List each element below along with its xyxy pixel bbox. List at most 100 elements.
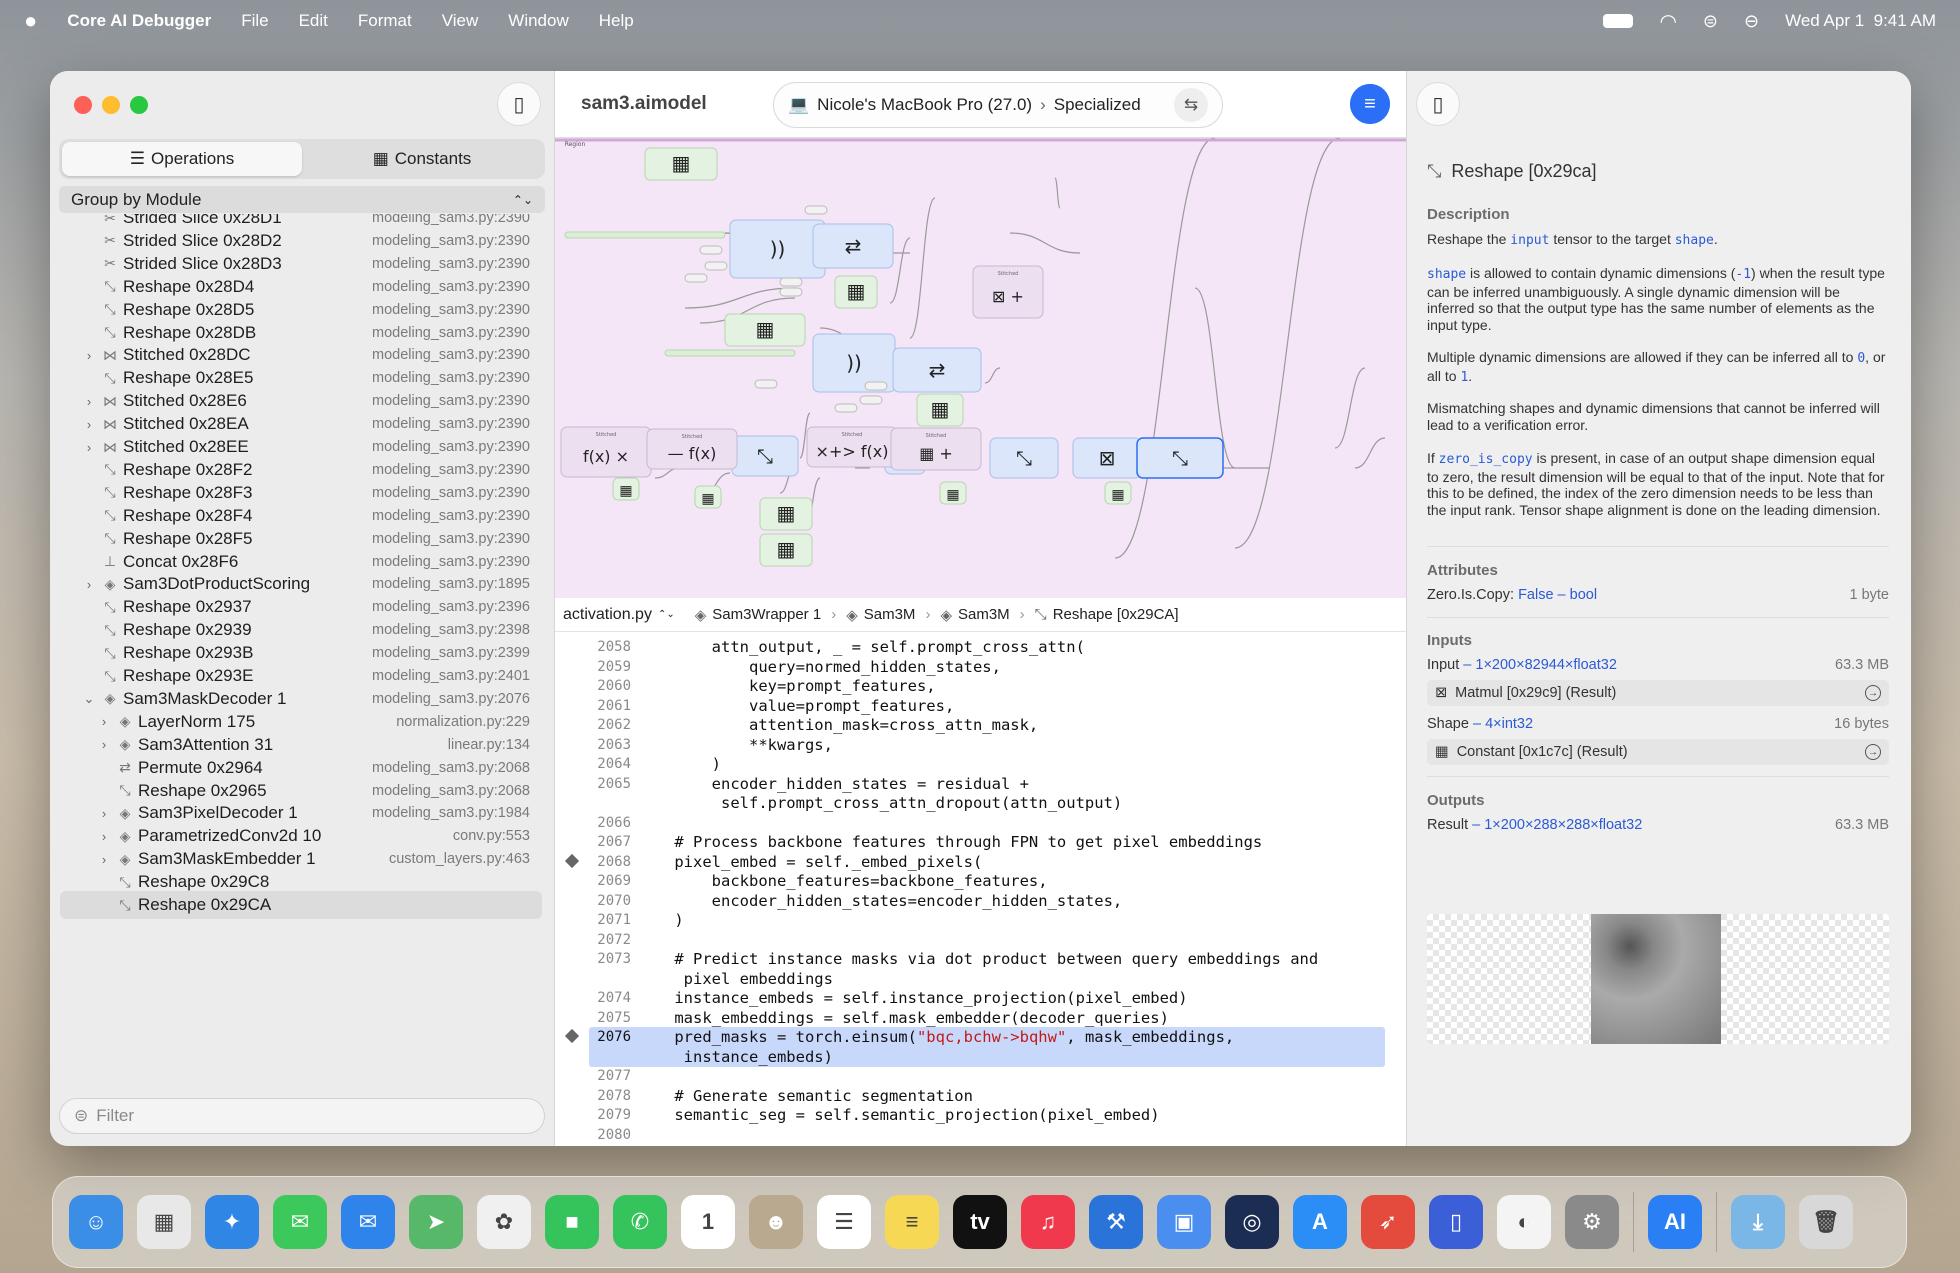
dock-app-instruments-icon[interactable]: ◎ <box>1225 1195 1279 1249</box>
input-source-link[interactable]: ⊠ Matmul [0x29c9] (Result) → <box>1427 680 1889 706</box>
tab-constants[interactable]: ▦ Constants <box>302 142 542 176</box>
dock-app-launchpad-icon[interactable]: ▦ <box>137 1195 191 1249</box>
menu-view[interactable]: View <box>442 11 479 31</box>
small-constant-node[interactable] <box>754 379 778 389</box>
shape-source-link[interactable]: ▦ Constant [0x1c7c] (Result) → <box>1427 739 1889 765</box>
code-line[interactable]: 2080 <box>555 1125 1406 1145</box>
dock-app-simulator-icon[interactable]: ▯ <box>1429 1195 1483 1249</box>
dock-app-music-icon[interactable]: ♫ <box>1021 1195 1075 1249</box>
menu-help[interactable]: Help <box>599 11 634 31</box>
close-window-button[interactable] <box>74 96 92 114</box>
code-line[interactable]: 2071 ) <box>555 910 1406 930</box>
code-line[interactable]: 2078 # Generate semantic segmentation <box>555 1086 1406 1106</box>
small-constant-node[interactable] <box>864 381 888 391</box>
apple-icon[interactable]: ● <box>24 8 37 34</box>
code-line[interactable]: 2074 instance_embeds = self.instance_pro… <box>555 988 1406 1008</box>
code-line[interactable]: 2072 <box>555 930 1406 950</box>
dock-app-maps-icon[interactable]: ➤ <box>409 1195 463 1249</box>
small-constant-node[interactable] <box>684 273 708 283</box>
dock-app-calendar-icon[interactable]: 1 <box>681 1195 735 1249</box>
dock-app-facetime-icon[interactable]: ■ <box>545 1195 599 1249</box>
breadcrumb-item-4[interactable]: ⤡ Reshape [0x29CA] <box>1035 606 1179 623</box>
dock-app-console-icon[interactable]: ◐ <box>1497 1195 1551 1249</box>
breadcrumb-item-1[interactable]: ◈ Sam3Wrapper 1 <box>695 606 822 624</box>
dock-app-phone-icon[interactable]: ✆ <box>613 1195 667 1249</box>
device-selector[interactable]: 💻 Nicole's MacBook Pro (27.0) › Speciali… <box>773 82 1223 128</box>
focus-icon[interactable]: ⊖ <box>1744 11 1759 32</box>
code-line[interactable]: 2069 backbone_features=backbone_features… <box>555 871 1406 891</box>
graph-canvas[interactable]: Region))⇄))⇄⤡f(x)⤡⊠⤡▦▦▦▦▦▦▦▦▦▦Stitchedf(… <box>555 138 1406 598</box>
dock-app-reminders-icon[interactable]: ☰ <box>817 1195 871 1249</box>
group-by-popup[interactable]: Group by Module ⌃⌄ <box>59 186 545 213</box>
operation-row[interactable]: ⤡ Reshape 0x29CA <box>60 891 542 919</box>
dock-app-system-settings-icon[interactable]: ⚙ <box>1565 1195 1619 1249</box>
navigate-arrow-icon[interactable]: → <box>1865 685 1881 701</box>
minimize-window-button[interactable] <box>102 96 120 114</box>
menu-window[interactable]: Window <box>508 11 568 31</box>
disclosure-closed-icon[interactable]: › <box>97 737 111 752</box>
source-code-view[interactable]: 2058 attn_output, _ = self.prompt_cross_… <box>555 632 1406 1146</box>
small-constant-node[interactable] <box>779 287 803 297</box>
dock-app-trash-icon[interactable]: 🗑 <box>1799 1195 1853 1249</box>
output-preview[interactable] <box>1427 914 1889 1044</box>
disclosure-open-icon[interactable]: ⌄ <box>82 691 96 707</box>
code-line[interactable]: 2068 pixel_embed = self._embed_pixels( <box>555 852 1406 872</box>
dock-app-screen-sharing-icon[interactable]: ▣ <box>1157 1195 1211 1249</box>
dock-app-notes-icon[interactable]: ≡ <box>885 1195 939 1249</box>
sidebar-toggle-icon[interactable]: ▯ <box>497 82 541 126</box>
disclosure-closed-icon[interactable]: › <box>82 440 96 455</box>
code-line[interactable]: 2070 encoder_hidden_states=encoder_hidde… <box>555 891 1406 911</box>
breadcrumb-item-3[interactable]: ◈ Sam3M <box>940 606 1009 624</box>
operations-list[interactable]: ✂ Strided Slice 0x28D1 modeling_sam3.py:23… <box>50 214 555 1139</box>
code-line[interactable]: 2079 semantic_seg = self.semantic_projec… <box>555 1105 1406 1125</box>
code-line[interactable]: self.prompt_cross_attn_dropout(attn_outp… <box>555 793 1406 813</box>
dock-app-finder-icon[interactable]: ☺ <box>69 1195 123 1249</box>
code-line[interactable]: pixel embeddings <box>555 969 1406 989</box>
disclosure-closed-icon[interactable]: › <box>82 417 96 432</box>
filter-field[interactable]: ⊜ Filter <box>59 1098 545 1134</box>
code-line[interactable]: 2076 pred_masks = torch.einsum("bqc,bchw… <box>555 1027 1406 1067</box>
small-constant-node[interactable] <box>804 205 828 215</box>
code-line[interactable]: 2058 attn_output, _ = self.prompt_cross_… <box>555 637 1406 657</box>
swap-icon[interactable]: ⇆ <box>1174 88 1208 122</box>
code-line[interactable]: 2065 encoder_hidden_states = residual + <box>555 774 1406 794</box>
menu-app-name[interactable]: Core AI Debugger <box>67 11 211 31</box>
dock-app-core-ai-debugger-icon[interactable]: AI <box>1648 1195 1702 1249</box>
breadcrumb-file[interactable]: activation.py ⌃⌄ <box>563 606 675 624</box>
code-line[interactable]: 2061 value=prompt_features, <box>555 696 1406 716</box>
disclosure-closed-icon[interactable]: › <box>97 852 111 867</box>
control-center-icon[interactable]: ⊜ <box>1703 11 1718 32</box>
small-constant-node[interactable] <box>779 277 803 287</box>
code-line[interactable]: instance_embeds) <box>555 1047 1406 1067</box>
navigate-arrow-icon[interactable]: → <box>1865 744 1881 760</box>
code-line[interactable]: 2067 # Process backbone features through… <box>555 832 1406 852</box>
breadcrumb-item-2[interactable]: ◈ Sam3M <box>846 606 915 624</box>
dock-app-photos-icon[interactable]: ✿ <box>477 1195 531 1249</box>
menu-datetime[interactable]: Wed Apr 1 9:41 AM <box>1785 11 1936 31</box>
disclosure-closed-icon[interactable]: › <box>97 806 111 821</box>
code-line[interactable]: 2063 **kwargs, <box>555 735 1406 755</box>
small-constant-node[interactable] <box>859 395 883 405</box>
code-line[interactable]: 2062 attention_mask=cross_attn_mask, <box>555 715 1406 735</box>
wifi-icon[interactable]: ◠ <box>1659 9 1676 34</box>
disclosure-closed-icon[interactable]: › <box>82 577 96 592</box>
menu-edit[interactable]: Edit <box>299 11 328 31</box>
code-line[interactable]: 2059 query=normed_hidden_states, <box>555 657 1406 677</box>
disclosure-closed-icon[interactable]: › <box>82 394 96 409</box>
graph-svg[interactable]: Region))⇄))⇄⤡f(x)⤡⊠⤡▦▦▦▦▦▦▦▦▦▦Stitchedf(… <box>555 138 1406 598</box>
dock-app-messages-icon[interactable]: ✉ <box>273 1195 327 1249</box>
inspector-toggle-icon[interactable]: ▯ <box>1416 82 1460 126</box>
battery-icon[interactable] <box>1603 14 1634 28</box>
dock-app-app-store-icon[interactable]: A <box>1293 1195 1347 1249</box>
menu-file[interactable]: File <box>241 11 268 31</box>
source-view-button[interactable]: ≡ <box>1350 84 1390 124</box>
dock-app-downloads-icon[interactable]: ⤓ <box>1731 1195 1785 1249</box>
zoom-window-button[interactable] <box>130 96 148 114</box>
small-constant-node[interactable] <box>704 261 728 271</box>
disclosure-closed-icon[interactable]: › <box>82 348 96 363</box>
code-line[interactable]: 2066 <box>555 813 1406 833</box>
code-line[interactable]: 2077 <box>555 1066 1406 1086</box>
disclosure-closed-icon[interactable]: › <box>97 829 111 844</box>
code-line[interactable]: 2060 key=prompt_features, <box>555 676 1406 696</box>
dock-app-rocket-icon[interactable]: ➶ <box>1361 1195 1415 1249</box>
